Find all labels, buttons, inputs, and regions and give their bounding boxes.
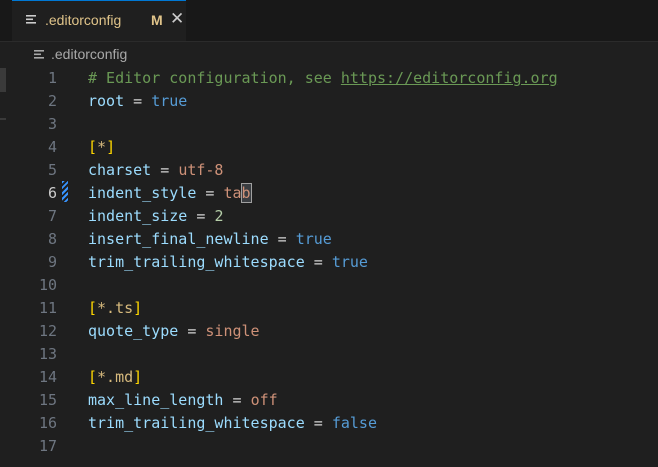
operator: = — [304, 414, 332, 432]
operator: = — [124, 92, 152, 110]
property-key: trim_trailing_whitespace — [88, 253, 305, 271]
lines-file-icon — [26, 15, 36, 24]
breadcrumb-item-file[interactable]: .editorconfig — [51, 46, 127, 62]
code-line[interactable]: 2 root = true — [0, 90, 658, 113]
line-number: 14 — [38, 368, 57, 386]
property-value: off — [250, 391, 278, 409]
code-line[interactable]: 17 — [0, 435, 658, 458]
modified-badge: M — [151, 12, 163, 28]
property-key: max_line_length — [88, 391, 224, 409]
code-line[interactable]: 12 quote_type = single — [0, 320, 658, 343]
code-line[interactable]: 11 [*.ts] — [0, 297, 658, 320]
line-number: 4 — [47, 138, 57, 156]
text-cursor: b — [240, 183, 252, 203]
line-code: trim_trailing_whitespace = true — [88, 251, 368, 274]
line-code: [*.ts] — [88, 297, 142, 320]
code-line[interactable]: 4 [*] — [0, 136, 658, 159]
comment-text: # Editor configuration, see — [88, 69, 341, 87]
property-value: single — [205, 322, 260, 340]
property-key: trim_trailing_whitespace — [88, 414, 305, 432]
line-number: 2 — [47, 92, 57, 110]
code-line[interactable]: 3 — [0, 113, 658, 136]
line-code: insert_final_newline = true — [88, 228, 332, 251]
line-number: 7 — [47, 207, 57, 225]
property-key: root — [88, 92, 125, 110]
code-line[interactable]: 10 — [0, 274, 658, 297]
line-number: 15 — [38, 391, 57, 409]
link[interactable]: https://editorconfig.org — [341, 69, 558, 87]
code-line[interactable]: 16 trim_trailing_whitespace = false — [0, 412, 658, 435]
section-bracket: ] — [133, 299, 143, 317]
line-number: 3 — [47, 115, 57, 133]
property-key: quote_type — [88, 322, 179, 340]
line-code: # Editor configuration, see https://edit… — [88, 67, 558, 90]
section-bracket: [ — [88, 138, 98, 156]
operator: = — [178, 322, 206, 340]
operator: = — [223, 391, 251, 409]
tab-bar: .editorconfig M ✕ — [0, 0, 658, 42]
property-key: indent_style — [88, 184, 197, 202]
code-line[interactable]: 7 indent_size = 2 — [0, 205, 658, 228]
section-bracket: ] — [133, 368, 143, 386]
code-line[interactable]: 15 max_line_length = off — [0, 389, 658, 412]
code-line[interactable]: 5 charset = utf-8 — [0, 159, 658, 182]
section-name: *.ts — [97, 299, 134, 317]
code-line[interactable]: 14 [*.md] — [0, 366, 658, 389]
line-number: 1 — [47, 69, 57, 87]
property-key: charset — [88, 161, 152, 179]
operator: = — [151, 161, 179, 179]
section-name: * — [97, 138, 107, 156]
line-number: 11 — [38, 299, 57, 317]
lines-file-icon — [34, 50, 44, 59]
tab-label: .editorconfig — [45, 12, 122, 28]
line-code: indent_size = 2 — [88, 205, 223, 228]
line-number: 12 — [38, 322, 57, 340]
line-code: indent_style = tab — [88, 182, 252, 205]
code-line[interactable]: 6 indent_style = tab — [0, 182, 658, 205]
line-number: 9 — [47, 253, 57, 271]
code-line[interactable]: 8 insert_final_newline = true — [0, 228, 658, 251]
property-value: true — [331, 253, 368, 271]
property-key: insert_final_newline — [88, 230, 269, 248]
property-value: false — [331, 414, 377, 432]
line-number: 13 — [38, 345, 57, 363]
section-bracket: [ — [88, 299, 98, 317]
code-line[interactable]: 13 — [0, 343, 658, 366]
property-value: true — [295, 230, 332, 248]
tab-editorconfig[interactable]: .editorconfig M ✕ — [12, 0, 186, 41]
property-value: true — [151, 92, 188, 110]
line-number: 8 — [47, 230, 57, 248]
line-code: max_line_length = off — [88, 389, 278, 412]
operator: = — [304, 253, 332, 271]
line-number: 5 — [47, 161, 57, 179]
section-name: *.md — [97, 368, 134, 386]
section-bracket: [ — [88, 368, 98, 386]
code-line[interactable]: 9 trim_trailing_whitespace = true — [0, 251, 658, 274]
line-number: 6 — [47, 184, 57, 202]
operator: = — [196, 184, 224, 202]
section-bracket: ] — [106, 138, 116, 156]
operator: = — [268, 230, 296, 248]
operator: = — [187, 207, 215, 225]
line-code: [*.md] — [88, 366, 142, 389]
property-value: 2 — [214, 207, 224, 225]
close-icon[interactable]: ✕ — [170, 9, 184, 29]
line-code: trim_trailing_whitespace = false — [88, 412, 377, 435]
line-code: [*] — [88, 136, 115, 159]
line-number: 16 — [38, 414, 57, 432]
line-number: 10 — [38, 276, 57, 294]
property-value: ta — [223, 184, 242, 202]
breadcrumb: .editorconfig — [0, 42, 658, 66]
property-key: indent_size — [88, 207, 188, 225]
line-code: quote_type = single — [88, 320, 260, 343]
line-code: charset = utf-8 — [88, 159, 223, 182]
code-line[interactable]: 1 # Editor configuration, see https://edi… — [0, 67, 658, 90]
property-value: utf-8 — [178, 161, 224, 179]
line-code: root = true — [88, 90, 187, 113]
line-number: 17 — [38, 437, 57, 455]
